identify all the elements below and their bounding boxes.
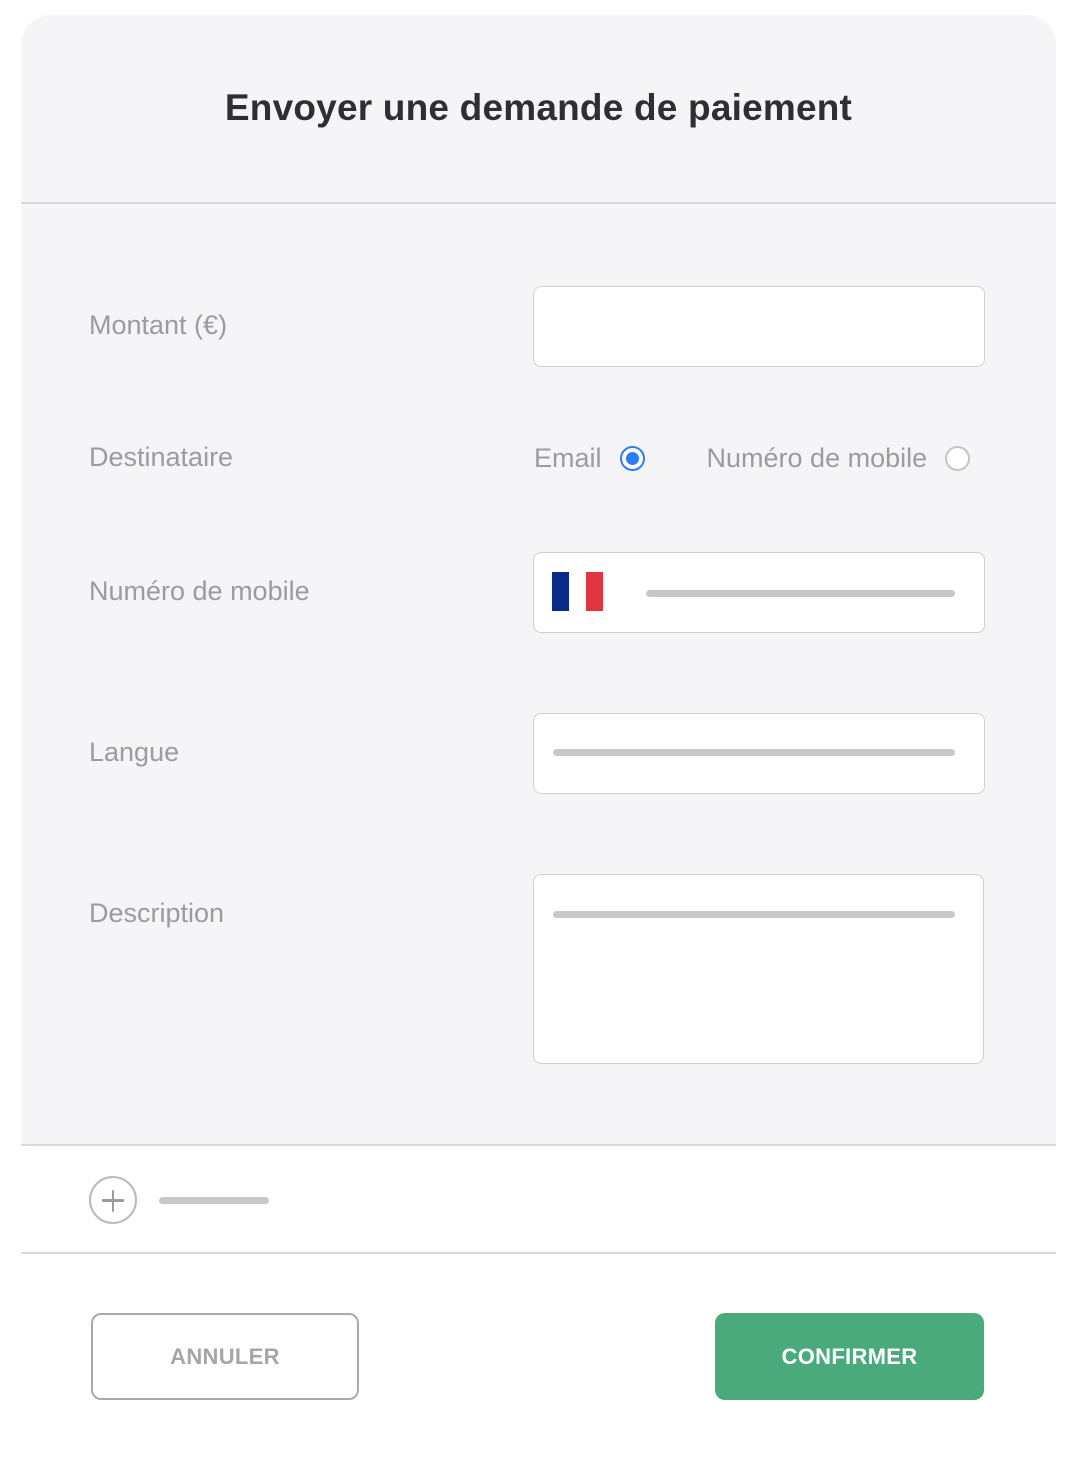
recipient-label: Destinataire [89,442,234,472]
confirm-button[interactable]: CONFIRMER [715,1313,984,1400]
recipient-radio-group: Email Numéro de mobile [534,440,971,476]
mobile-input[interactable] [533,552,985,633]
mobile-placeholder-bar [646,590,955,597]
amount-input[interactable] [533,286,985,367]
recipient-option-mobile[interactable]: Numéro de mobile [707,443,971,474]
language-placeholder-bar [553,749,955,756]
add-row [21,1146,1056,1254]
mobile-label: Numéro de mobile [89,576,310,606]
email-radio[interactable] [619,445,645,471]
france-flag-icon[interactable] [552,572,603,611]
cancel-button[interactable]: ANNULER [91,1313,359,1400]
dialog-footer: ANNULER CONFIRMER [21,1254,1056,1465]
description-placeholder-bar [553,911,955,918]
recipient-option-email-label: Email [534,442,602,473]
recipient-option-email[interactable]: Email [534,443,645,474]
form-body: Montant (€) Destinataire Email Numéro de… [21,204,1056,1146]
dialog-title: Envoyer une demande de paiement [224,87,853,128]
description-textarea[interactable] [533,874,984,1064]
mobile-radio[interactable] [945,445,971,471]
dialog-header: Envoyer une demande de paiement [21,15,1056,204]
plus-icon[interactable] [89,1176,137,1224]
language-select[interactable] [533,713,985,794]
description-label: Description [89,898,225,928]
recipient-option-mobile-label: Numéro de mobile [706,442,928,473]
payment-request-dialog: Envoyer une demande de paiement Montant … [21,15,1056,1465]
language-label: Langue [89,737,180,767]
amount-label: Montant (€) [89,310,228,340]
add-placeholder-bar [159,1197,269,1204]
